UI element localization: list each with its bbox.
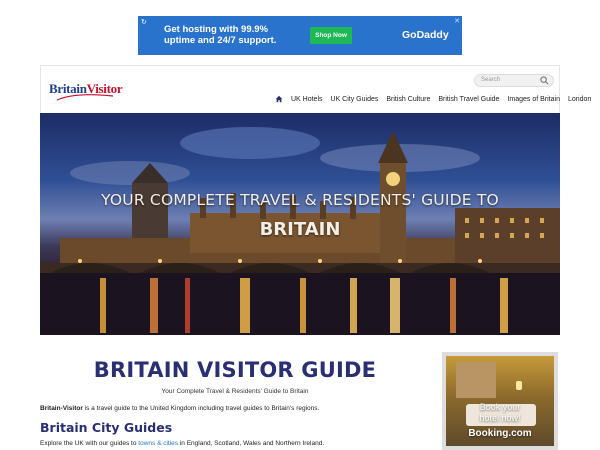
- nav-london[interactable]: London: [568, 96, 591, 103]
- explore-paragraph: Explore the UK with our guides to towns …: [40, 440, 324, 447]
- intro-paragraph: Britain-Visitor is a travel guide to the…: [40, 405, 319, 412]
- ad-shop-now-button[interactable]: Shop Now: [310, 27, 352, 44]
- side-ad-line1: Book your: [479, 402, 521, 412]
- site-header: BritainVisitor Search UK Hotels UK City …: [40, 65, 591, 113]
- towns-cities-link[interactable]: towns & cities: [138, 440, 178, 447]
- search-input[interactable]: Search: [481, 77, 500, 83]
- search-icon[interactable]: [540, 76, 549, 85]
- ad-close-icon[interactable]: ✕: [454, 17, 460, 25]
- nav-images-of-britain[interactable]: Images of Britain: [507, 96, 560, 103]
- top-ad-banner[interactable]: ↻ ✕ Get hosting with 99.9% uptime and 24…: [138, 16, 462, 55]
- side-ad-line2: hotel now!: [479, 413, 521, 423]
- intro-text: is a travel guide to the United Kingdom …: [82, 405, 320, 412]
- section-heading-city-guides: Britain City Guides: [40, 420, 173, 435]
- ad-brand: GoDaddy: [402, 29, 449, 41]
- explore-text-after: in England, Scotland, Wales and Northern…: [178, 440, 325, 447]
- hero-title: BRITAIN: [259, 219, 341, 240]
- intro-brand: Britain-Visitor: [40, 405, 83, 412]
- page-title: BRITAIN VISITOR GUIDE: [93, 358, 377, 382]
- main-nav: UK Hotels UK City Guides British Culture…: [275, 94, 591, 104]
- page-subtitle: Your Complete Travel & Residents' Guide …: [161, 388, 309, 395]
- hero-banner: YOUR COMPLETE TRAVEL & RESIDENTS' GUIDE …: [40, 113, 560, 335]
- hero-tagline: YOUR COMPLETE TRAVEL & RESIDENTS' GUIDE …: [101, 191, 499, 209]
- side-ad-brand: Booking.com: [468, 428, 532, 439]
- lamp-icon: [516, 381, 522, 390]
- nav-british-culture[interactable]: British Culture: [386, 96, 430, 103]
- home-icon[interactable]: [275, 95, 283, 103]
- side-ad-booking[interactable]: Book your hotel now! Booking.com: [442, 352, 558, 450]
- nav-british-travel-guide[interactable]: British Travel Guide: [438, 96, 499, 103]
- ad-info-icon[interactable]: ↻: [141, 18, 147, 26]
- nav-uk-hotels[interactable]: UK Hotels: [291, 96, 323, 103]
- search-box[interactable]: Search: [474, 74, 554, 87]
- nav-uk-city-guides[interactable]: UK City Guides: [331, 96, 379, 103]
- logo-swoosh-icon: [56, 94, 114, 101]
- ad-text: Get hosting with 99.9% uptime and 24/7 s…: [164, 24, 277, 46]
- explore-text-before: Explore the UK with our guides to: [40, 440, 139, 447]
